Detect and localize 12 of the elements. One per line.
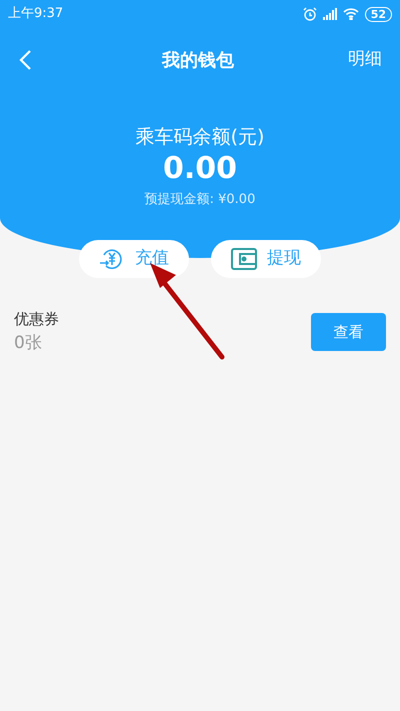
status-time: 上午9:37 bbox=[8, 5, 64, 24]
withdraw-button[interactable]: 提现 bbox=[211, 240, 321, 278]
pending-withdrawal: 预提现金额: ¥0.00 bbox=[144, 191, 256, 209]
view-button[interactable]: 查看 bbox=[311, 313, 386, 351]
balance-label: 乘车码余额(元) bbox=[136, 125, 264, 150]
recharge-button[interactable]: 充值 bbox=[79, 240, 189, 278]
balance-amount: 0.00 bbox=[162, 150, 238, 188]
battery-indicator: 52 bbox=[364, 6, 392, 22]
coupon-count: 0张 bbox=[14, 332, 43, 355]
coupon-label: 优惠券 bbox=[14, 309, 59, 330]
page-title: 我的钱包 bbox=[162, 48, 234, 72]
details-link[interactable]: 明细 bbox=[348, 47, 382, 73]
